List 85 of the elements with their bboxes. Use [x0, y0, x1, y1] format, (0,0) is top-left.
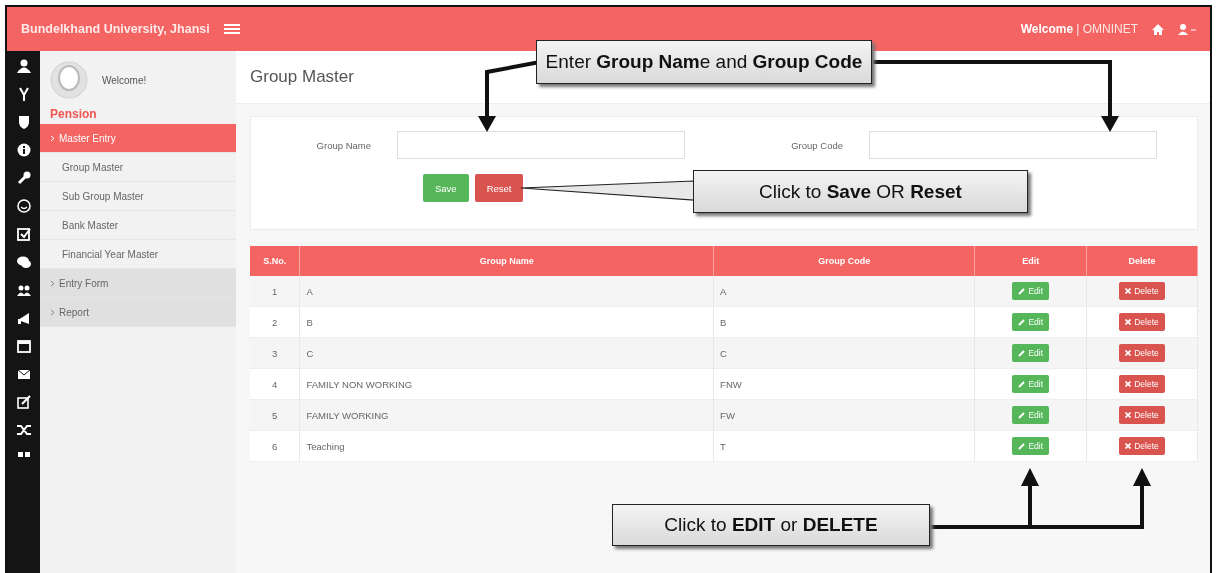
- pencil-icon: [1018, 411, 1026, 419]
- table-cell: 3: [250, 337, 300, 369]
- edit-button[interactable]: Edit: [1012, 406, 1050, 424]
- delete-button[interactable]: Delete: [1119, 375, 1165, 393]
- table-cell: T: [713, 430, 975, 462]
- edit-icon[interactable]: [16, 395, 31, 409]
- table-cell: FNW: [713, 368, 975, 400]
- column-header: Group Code: [713, 246, 975, 276]
- users-icon[interactable]: [16, 283, 31, 297]
- user-icon[interactable]: [16, 59, 31, 73]
- column-header: Group Name: [300, 246, 714, 276]
- table-cell: FW: [713, 399, 975, 431]
- table-cell: A: [713, 276, 975, 307]
- reset-button[interactable]: Reset: [474, 174, 524, 202]
- close-icon: [1125, 319, 1132, 325]
- wrench-icon[interactable]: [16, 171, 31, 185]
- edit-button[interactable]: Edit: [1012, 282, 1050, 300]
- input-field[interactable]: [397, 131, 685, 159]
- table-cell: B: [713, 306, 975, 338]
- menu-icon[interactable]: [223, 23, 240, 35]
- input-field[interactable]: [869, 131, 1157, 159]
- pencil-icon: [1018, 442, 1026, 450]
- checkbox-icon[interactable]: [16, 227, 31, 241]
- close-icon: [1125, 288, 1132, 294]
- close-icon: [1125, 412, 1132, 418]
- menu-item[interactable]: Master Entry: [40, 124, 236, 153]
- callout: Click to Save OR Reset: [693, 170, 1028, 213]
- pencil-icon: [1018, 380, 1026, 388]
- table-cell: C: [713, 337, 975, 369]
- column-header: Delete: [1086, 246, 1198, 276]
- callout: Enter Group Name and Group Code: [536, 40, 872, 84]
- close-icon: [1125, 381, 1132, 387]
- table-cell: A: [300, 276, 714, 307]
- menu-item[interactable]: Report: [40, 298, 236, 327]
- brand-title[interactable]: Bundelkhand University, Jhansi: [21, 22, 210, 36]
- save-button[interactable]: Save: [423, 174, 469, 202]
- column-header: S.No.: [250, 246, 300, 276]
- user-menu-icon[interactable]: [1178, 23, 1196, 35]
- envelope-icon[interactable]: [16, 367, 31, 381]
- table-cell: FAMILY WORKING: [300, 399, 714, 431]
- info-icon[interactable]: [16, 143, 31, 157]
- table-cell: B: [300, 306, 714, 338]
- fork-icon[interactable]: [16, 87, 31, 101]
- chevron-icon: [50, 308, 55, 316]
- section-heading: Pension: [49, 106, 98, 123]
- calendar-icon[interactable]: [16, 339, 31, 353]
- close-icon: [1125, 350, 1132, 356]
- chevron-icon: [50, 279, 55, 287]
- column-header: Edit: [974, 246, 1087, 276]
- home-icon[interactable]: [1152, 23, 1164, 35]
- menu-item[interactable]: Entry Form: [40, 269, 236, 298]
- megaphone-icon[interactable]: [16, 311, 31, 325]
- shield-icon[interactable]: [16, 115, 31, 129]
- chevron-icon: [50, 134, 55, 142]
- page-title: Group Master: [250, 67, 354, 87]
- table-cell: 1: [250, 276, 300, 307]
- avatar-icon: [50, 61, 88, 99]
- delete-button[interactable]: Delete: [1119, 406, 1165, 424]
- pencil-icon: [1018, 349, 1026, 357]
- table-cell: 5: [250, 399, 300, 431]
- smile-icon[interactable]: [16, 199, 31, 213]
- delete-button[interactable]: Delete: [1119, 313, 1165, 331]
- table-cell: 4: [250, 368, 300, 400]
- table-cell: Teaching: [300, 430, 714, 462]
- edit-button[interactable]: Edit: [1012, 344, 1050, 362]
- table-cell: C: [300, 337, 714, 369]
- delete-button[interactable]: Delete: [1119, 282, 1165, 300]
- field-label: Group Name: [315, 139, 372, 151]
- edit-button[interactable]: Edit: [1012, 375, 1050, 393]
- field-label: Group Code: [790, 139, 844, 151]
- callout: Click to EDIT or DELETE: [612, 504, 930, 546]
- delete-button[interactable]: Delete: [1119, 437, 1165, 455]
- table-cell: 2: [250, 306, 300, 338]
- shuffle-icon[interactable]: [16, 423, 31, 437]
- edit-button[interactable]: Edit: [1012, 437, 1050, 455]
- close-icon: [1125, 443, 1132, 449]
- pencil-icon: [1018, 318, 1026, 326]
- pencil-icon: [1018, 287, 1026, 295]
- greeting-text: Welcome!: [102, 74, 147, 86]
- table-cell: 6: [250, 430, 300, 462]
- delete-button[interactable]: Delete: [1119, 344, 1165, 362]
- edit-button[interactable]: Edit: [1012, 313, 1050, 331]
- table-cell: FAMILY NON WORKING: [300, 368, 714, 400]
- user-name: | OMNINET: [1076, 22, 1138, 36]
- welcome-label: Welcome: [1020, 22, 1074, 36]
